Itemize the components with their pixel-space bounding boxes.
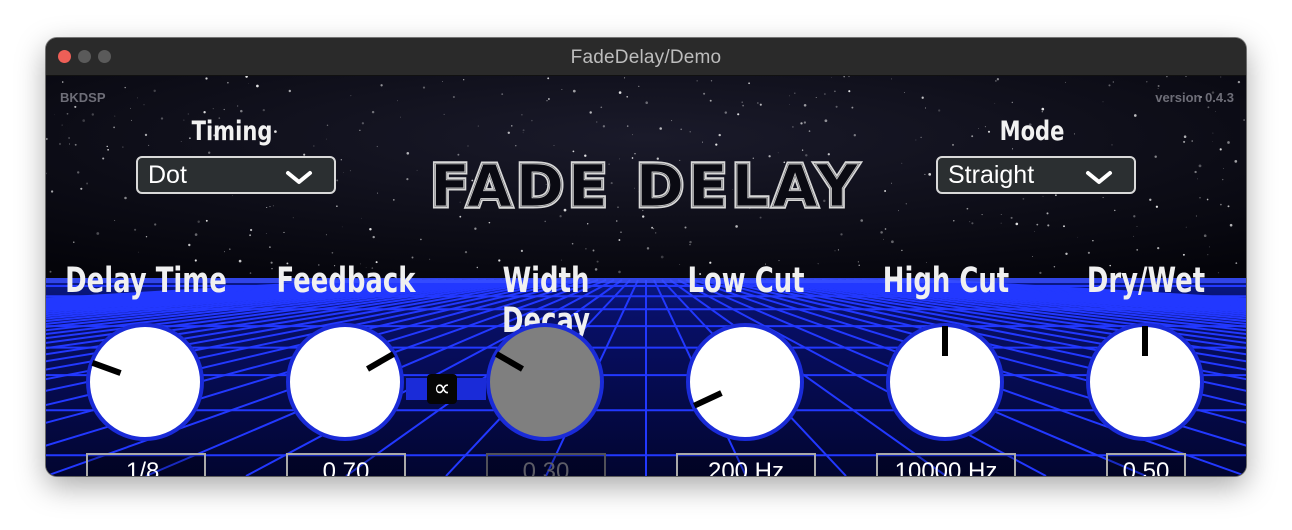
- dry-wet-knob[interactable]: [1086, 323, 1204, 441]
- high-cut-label: High Cut: [882, 261, 1010, 301]
- delay-time-label: Delay Time: [65, 261, 227, 301]
- high-cut-value[interactable]: 10000 Hz: [876, 453, 1016, 476]
- chevron-down-icon: [1086, 171, 1112, 184]
- timing-value: Dot: [148, 161, 187, 189]
- window-title: FadeDelay/Demo: [570, 47, 722, 68]
- knob-pointer: [91, 360, 122, 376]
- feedback-value[interactable]: 0.70: [286, 453, 406, 476]
- chevron-down-icon: [286, 171, 312, 184]
- knob-pointer: [495, 351, 524, 372]
- dry-wet-label: Dry/Wet: [1086, 261, 1206, 301]
- width-decay-knob[interactable]: [486, 323, 604, 441]
- knob-pointer: [1142, 326, 1148, 356]
- low-cut-value[interactable]: 200 Hz: [676, 453, 816, 476]
- width-decay-value: 0.30: [486, 453, 606, 476]
- low-cut-label: Low Cut: [687, 261, 805, 301]
- timing-label: Timing: [191, 116, 273, 147]
- version-label: version 0.4.3: [1155, 90, 1234, 105]
- low-cut-knob[interactable]: [686, 323, 804, 441]
- knob-pointer: [366, 351, 395, 372]
- link-toggle-button[interactable]: ∝: [427, 374, 457, 404]
- feedback-label: Feedback: [276, 261, 416, 301]
- brand-logo: BKDSP: [60, 90, 106, 105]
- mode-label: Mode: [999, 116, 1065, 147]
- plugin-window: FadeDelay/Demo BKDSP version 0.4.3 Timin…: [46, 38, 1246, 476]
- plugin-panel: BKDSP version 0.4.3 Timing Dot FADE DELA…: [46, 76, 1246, 476]
- plugin-title: FADE DELAY FADE DELAY FADE DELAY: [428, 150, 862, 219]
- mode-value: Straight: [948, 161, 1035, 189]
- delay-time-value[interactable]: 1/8.: [86, 453, 206, 476]
- delay-time-knob[interactable]: [86, 323, 204, 441]
- timing-dropdown[interactable]: Dot: [136, 156, 336, 194]
- title-bar: FadeDelay/Demo: [46, 38, 1246, 76]
- knob-pointer: [692, 390, 723, 409]
- high-cut-knob[interactable]: [886, 323, 1004, 441]
- feedback-knob[interactable]: [286, 323, 404, 441]
- dry-wet-value[interactable]: 0.50: [1106, 453, 1186, 476]
- knob-pointer: [942, 326, 948, 356]
- svg-text:FADE DELAY: FADE DELAY: [430, 152, 862, 218]
- mode-dropdown[interactable]: Straight: [936, 156, 1136, 194]
